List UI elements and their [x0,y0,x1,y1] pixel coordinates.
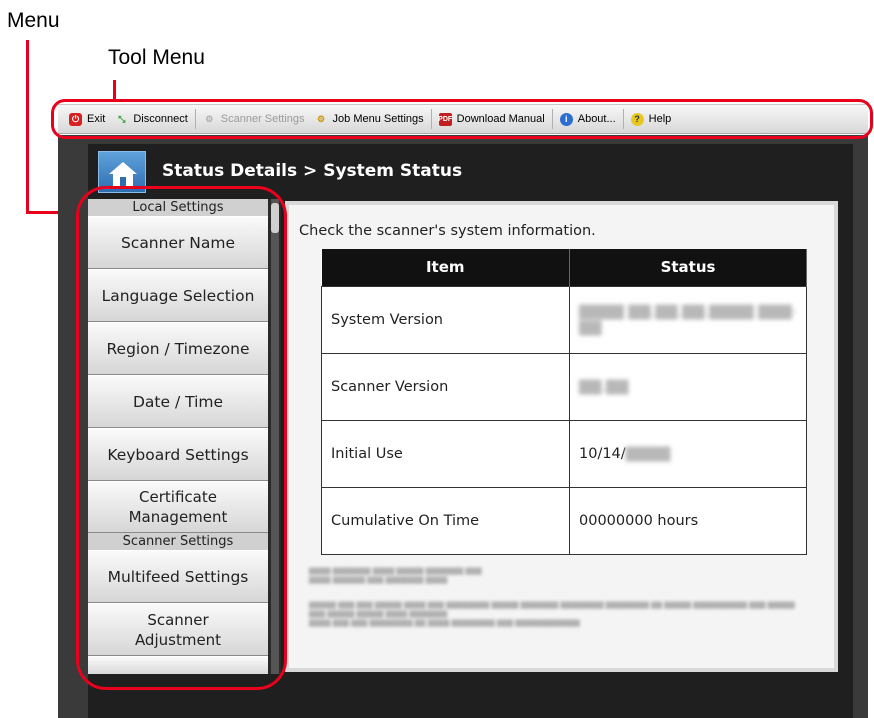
tool-menu-callout-label: Tool Menu [108,46,205,69]
content-description: Check the scanner's system information. [299,223,596,239]
row-status: 10/14/▇▇▇▇ [569,419,807,488]
menu-callout-line-v [26,40,29,214]
table-header-row: Item Status [321,249,807,286]
menu-callout-label: Menu [7,9,60,32]
blurred-value: ▇▇▇▇ [625,445,671,462]
table-row: Scanner Version ▇▇.▇▇ [321,352,807,421]
footnote-blurred: ▇▇▇▇▇ ▇▇▇ ▇▇▇ ▇▇▇▇▇ ▇▇▇▇ ▇▇▇ ▇▇▇▇▇▇▇▇ ▇▇… [309,601,795,627]
page-header: Status Details > System Status [88,144,853,193]
main-content: Check the scanner's system information. … [285,201,838,672]
initial-use-value: 10/14/ [579,445,626,462]
blurred-value: ▇▇▇▇ ▇▇.▇▇.▇▇.▇▇▇▇ ▇▇▇-▇▇ [579,303,797,336]
table-row: Initial Use 10/14/▇▇▇▇ [321,419,807,488]
table-row: Cumulative On Time 00000000 hours [321,486,807,555]
tool-menu-highlight-ring [51,99,873,139]
row-item: Cumulative On Time [321,486,570,555]
footnote-blurred: ▇▇▇▇ ▇▇▇▇▇▇▇ ▇▇▇▇ ▇▇▇▇▇ ▇▇▇▇▇▇▇ ▇▇▇ ▇▇▇▇ … [309,567,482,584]
row-status: ▇▇▇▇ ▇▇.▇▇.▇▇.▇▇▇▇ ▇▇▇-▇▇ [569,285,807,354]
column-header-status: Status [569,249,807,286]
row-status: 00000000 hours [569,486,807,555]
row-item: Scanner Version [321,352,570,421]
menu-highlight-ring [76,186,287,690]
system-status-table: Item Status System Version ▇▇▇▇ ▇▇.▇▇.▇▇… [321,249,807,555]
page-title: Status Details > System Status [162,161,463,181]
table-row: System Version ▇▇▇▇ ▇▇.▇▇.▇▇.▇▇▇▇ ▇▇▇-▇▇ [321,285,807,354]
column-header-item: Item [321,249,570,286]
blurred-value: ▇▇.▇▇ [579,378,629,395]
row-status: ▇▇.▇▇ [569,352,807,421]
row-item: Initial Use [321,419,570,488]
row-item: System Version [321,285,570,354]
